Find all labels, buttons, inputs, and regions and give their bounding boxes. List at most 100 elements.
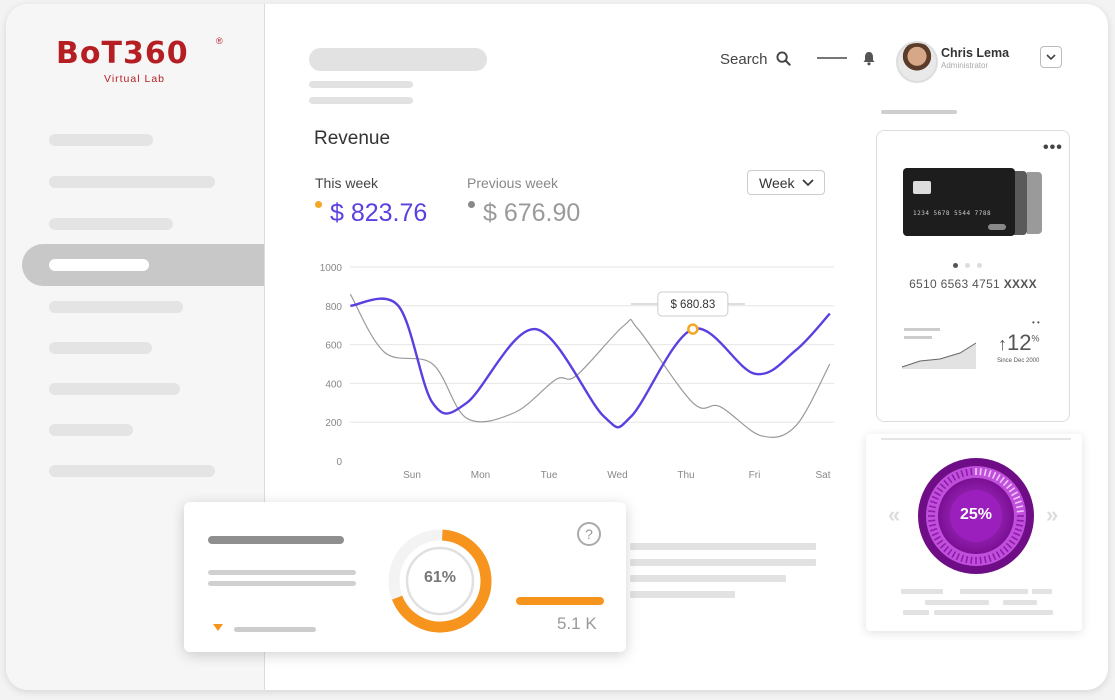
- stats-footer-placeholder: [234, 627, 316, 632]
- user-menu-button[interactable]: [1040, 46, 1062, 68]
- card-number-small: 1234 5678 5544 7788: [913, 210, 992, 217]
- period-select-value: Week: [759, 175, 795, 191]
- account-number-mask: XXXX: [1003, 277, 1037, 291]
- x-tick-label: Fri: [749, 470, 761, 481]
- stats-line-placeholder-2: [208, 581, 356, 586]
- legend-placeholder-5: [1003, 600, 1037, 605]
- brand-name: BoT360: [56, 36, 189, 71]
- previous-week-label: Previous week: [467, 175, 559, 191]
- avatar[interactable]: [896, 41, 938, 83]
- user-name: Chris Lema: [941, 46, 1010, 60]
- sidebar-item-2[interactable]: [49, 176, 215, 188]
- legend-placeholder-1: [901, 589, 943, 594]
- user-role: Administrator: [941, 61, 989, 70]
- growth-number: 12: [1007, 330, 1032, 355]
- card-panel: ••• 1234 5678 5544 7788 6510 6563 4751 X…: [876, 130, 1070, 422]
- stats-title-placeholder: [208, 536, 344, 544]
- growth-value: ↑12%: [998, 330, 1040, 356]
- credit-card[interactable]: 1234 5678 5544 7788: [903, 168, 1015, 236]
- text-placeholder-4: [630, 591, 735, 598]
- dial-tick: [970, 556, 973, 564]
- text-placeholder-1: [630, 543, 816, 550]
- sidebar-item-8[interactable]: [49, 424, 133, 436]
- revenue-chart: 0 200 400 600 800 1000 Sun Mon Tue Wed Thu Fri Sat $ …: [320, 263, 834, 481]
- sidebar-item-7[interactable]: [49, 383, 180, 395]
- app-window: BoT360 ® Virtual Lab Search Chris Lema A…: [6, 4, 1108, 690]
- revenue-title: Revenue: [314, 128, 391, 149]
- stats-value: 5.1 K: [557, 614, 597, 633]
- previous-week-value: $ 676.90: [483, 199, 581, 227]
- growth-mini-chart: [901, 342, 977, 369]
- tooltip-point: [687, 323, 699, 335]
- card-logo-icon: [988, 224, 1006, 230]
- page-title-placeholder: [309, 48, 487, 71]
- y-tick-label: 400: [325, 379, 342, 390]
- dial-tick: [970, 468, 973, 476]
- legend-placeholder-3: [1032, 589, 1052, 594]
- this-week-dot: [315, 201, 322, 208]
- mini-menu-icon[interactable]: • •: [1032, 318, 1040, 327]
- x-tick-label: Sat: [815, 470, 830, 481]
- subtitle-placeholder-2: [309, 97, 413, 104]
- dial-percent-label: 25%: [959, 506, 993, 523]
- question-circle-icon[interactable]: ?: [577, 522, 601, 546]
- legend-placeholder-7: [934, 610, 1053, 615]
- chevron-down-icon: [802, 179, 814, 187]
- tooltip-label: $ 680.83: [670, 299, 715, 311]
- search-icon: [776, 51, 791, 66]
- since-label: Since Dec 2000: [997, 358, 1040, 364]
- growth-arrow-icon: ↑: [998, 334, 1007, 354]
- search-button[interactable]: Search: [720, 51, 791, 68]
- x-tick-label: Wed: [607, 470, 627, 481]
- account-number-digits: 6510 6563 4751: [909, 277, 1001, 291]
- bell-icon[interactable]: [862, 51, 876, 66]
- sidebar-item-active[interactable]: [22, 244, 264, 286]
- stats-card: 61% ? 5.1 K: [184, 502, 626, 652]
- this-week-value: $ 823.76: [330, 199, 428, 227]
- y-tick-label: 800: [325, 302, 342, 313]
- sidebar-item-1[interactable]: [49, 134, 153, 146]
- sidebar-item-5[interactable]: [49, 301, 183, 313]
- header-divider: [817, 57, 847, 59]
- legend-placeholder-6: [903, 610, 929, 615]
- chevron-right-icon[interactable]: »: [1046, 502, 1058, 528]
- panel-title-placeholder: [881, 110, 957, 114]
- x-tick-label: Sun: [403, 470, 421, 481]
- text-placeholder-2: [630, 559, 816, 566]
- registered-mark: ®: [216, 36, 223, 46]
- stats-line-placeholder-1: [208, 570, 356, 575]
- y-tick-label: 600: [325, 341, 342, 352]
- chevron-down-icon: [1046, 53, 1056, 60]
- triangle-down-icon: [213, 624, 223, 631]
- period-select[interactable]: Week: [747, 170, 825, 195]
- stats-progress-bar: [516, 597, 604, 605]
- more-options-icon[interactable]: •••: [1043, 139, 1063, 157]
- search-label: Search: [720, 51, 768, 68]
- sidebar-item-6[interactable]: [49, 342, 152, 354]
- x-tick-label: Mon: [471, 470, 490, 481]
- dial-tick: [979, 556, 982, 564]
- subtitle-placeholder-1: [309, 81, 413, 88]
- y-tick-label: 0: [336, 457, 342, 468]
- donut-percent-label: 61%: [423, 569, 457, 586]
- dial-panel-divider: [881, 438, 1071, 440]
- this-week-series-line: [350, 297, 831, 429]
- previous-week-series-line: [349, 293, 831, 438]
- account-number: 6510 6563 4751 XXXX: [877, 277, 1069, 291]
- legend-placeholder-2: [960, 589, 1028, 594]
- brand-logo[interactable]: BoT360 ® Virtual Lab: [56, 36, 226, 85]
- brand-subtitle: Virtual Lab: [104, 73, 166, 85]
- sidebar-item-9[interactable]: [49, 465, 215, 477]
- stacked-card-back-2: [1027, 172, 1042, 234]
- card-carousel-dots[interactable]: [953, 255, 989, 273]
- y-tick-label: 200: [325, 418, 342, 429]
- chevron-left-icon[interactable]: «: [888, 502, 900, 528]
- dial-panel: « » 25%: [866, 434, 1082, 631]
- card-chip-icon: [913, 181, 931, 194]
- text-placeholder-3: [630, 575, 786, 582]
- sidebar-item-3[interactable]: [49, 218, 173, 230]
- dial-tick: [979, 468, 982, 476]
- y-tick-label: 1000: [320, 263, 343, 274]
- x-tick-label: Thu: [677, 470, 694, 481]
- sidebar-item-active-label: [49, 259, 149, 271]
